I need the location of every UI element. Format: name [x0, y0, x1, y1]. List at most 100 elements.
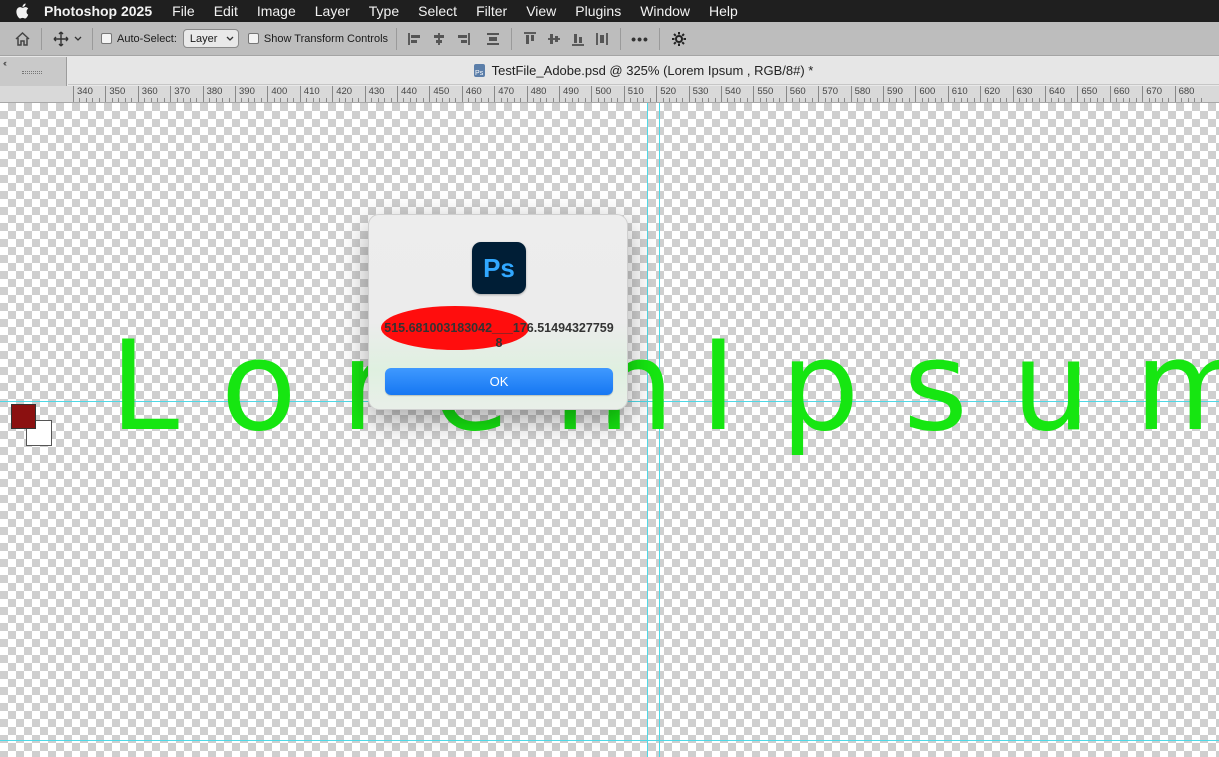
- menu-layer[interactable]: Layer: [313, 3, 352, 19]
- show-transform-checkbox[interactable]: [247, 33, 259, 44]
- apple-menu-icon[interactable]: [0, 3, 44, 19]
- document-canvas[interactable]: Lorem Ipsum: [0, 103, 1219, 757]
- horizontal-ruler[interactable]: 340 350 360 370 380 390 400 410 420 430 440 450 460 4…: [68, 86, 1219, 103]
- ruler-minor-tick: [260, 98, 262, 102]
- ruler-minor-tick: [941, 98, 943, 102]
- ruler-minor-tick: [701, 98, 703, 102]
- align-vertical-centers-icon[interactable]: [544, 28, 564, 50]
- menu-filter[interactable]: Filter: [474, 3, 509, 19]
- ruler-minor-tick: [189, 98, 191, 102]
- ruler-tick-label: 630: [1012, 86, 1032, 102]
- menu-plugins[interactable]: Plugins: [573, 3, 623, 19]
- ruler-tick-label: 370: [170, 86, 190, 102]
- ok-button[interactable]: OK: [385, 368, 613, 395]
- ruler-tick-label: 570: [818, 86, 838, 102]
- distribute-vertical-icon[interactable]: [483, 28, 503, 50]
- home-icon[interactable]: [11, 28, 33, 50]
- ruler-minor-tick: [669, 98, 671, 102]
- ruler-minor-tick: [176, 98, 178, 102]
- auto-select-dropdown[interactable]: Layer: [182, 29, 239, 48]
- ruler-minor-tick: [390, 98, 392, 102]
- ruler-minor-tick: [811, 98, 813, 102]
- menu-file[interactable]: File: [170, 3, 197, 19]
- chevron-down-icon[interactable]: [72, 28, 84, 50]
- ruler-minor-tick: [1155, 98, 1157, 102]
- auto-select-label: Auto-Select:: [117, 32, 177, 45]
- ruler-minor-tick: [241, 98, 243, 102]
- ruler-minor-tick: [584, 98, 586, 102]
- ruler-minor-tick: [1070, 98, 1072, 102]
- ruler-minor-tick: [1025, 98, 1027, 102]
- ruler-minor-tick: [857, 98, 859, 102]
- ruler-minor-tick: [1194, 98, 1196, 102]
- align-horizontal-centers-icon[interactable]: [429, 28, 449, 50]
- ruler-tick-label: 420: [332, 86, 352, 102]
- ruler-minor-tick: [727, 98, 729, 102]
- ruler-minor-tick: [111, 98, 113, 102]
- separator: [41, 27, 42, 50]
- ruler-minor-tick: [1148, 98, 1150, 102]
- menu-view[interactable]: View: [524, 3, 558, 19]
- ruler-tick-label: 510: [623, 86, 644, 102]
- move-tool-preset-icon[interactable]: [50, 28, 72, 50]
- menu-window[interactable]: Window: [638, 3, 692, 19]
- ruler-minor-tick: [1200, 98, 1202, 102]
- ruler-minor-tick: [999, 98, 1001, 102]
- menu-select[interactable]: Select: [416, 3, 459, 19]
- ruler-minor-tick: [779, 98, 781, 102]
- separator: [620, 27, 622, 50]
- ruler-minor-tick: [565, 98, 567, 102]
- align-left-edges-icon[interactable]: [405, 28, 425, 50]
- align-bottom-edges-icon[interactable]: [568, 28, 588, 50]
- ruler-minor-tick: [338, 98, 340, 102]
- menu-type[interactable]: Type: [367, 3, 401, 19]
- ruler-minor-tick: [675, 98, 677, 102]
- show-transform-label: Show Transform Controls: [263, 32, 389, 45]
- ruler-minor-tick: [824, 98, 826, 102]
- ruler-minor-tick: [98, 98, 100, 102]
- distribute-horizontal-icon[interactable]: [592, 28, 612, 50]
- chevron-down-icon: [226, 36, 234, 41]
- panel-grip[interactable]: [22, 71, 42, 74]
- align-right-edges-icon[interactable]: [453, 28, 473, 50]
- menu-help[interactable]: Help: [707, 3, 740, 19]
- ruler-minor-tick: [1083, 98, 1085, 102]
- ruler-minor-tick: [1019, 98, 1021, 102]
- ruler-minor-tick: [209, 98, 211, 102]
- document-tab[interactable]: Ps TestFile_Adobe.psd @ 325% (Lorem Ipsu…: [68, 57, 1219, 85]
- ruler-minor-tick: [1187, 98, 1189, 102]
- foreground-color-swatch[interactable]: [11, 404, 36, 429]
- alert-dialog: Ps 515.681003183042___176.514943277598 O…: [368, 214, 628, 410]
- collapse-panel-icon[interactable]: ‹‹: [3, 58, 7, 68]
- ruler-minor-tick: [902, 98, 904, 102]
- ruler-minor-tick: [831, 98, 833, 102]
- ruler-minor-tick: [345, 98, 347, 102]
- ruler-minor-tick: [487, 98, 489, 102]
- ruler-minor-tick: [889, 98, 891, 102]
- dialog-message: 515.681003183042___176.514943277598: [384, 321, 614, 350]
- app-name-menu[interactable]: Photoshop 2025: [44, 3, 152, 19]
- ruler-minor-tick: [131, 98, 133, 102]
- menu-edit[interactable]: Edit: [212, 3, 240, 19]
- auto-select-checkbox[interactable]: [101, 33, 112, 44]
- ruler-tick-label: 600: [915, 86, 935, 102]
- ruler-minor-tick: [928, 98, 930, 102]
- ruler-minor-tick: [384, 98, 386, 102]
- ruler-minor-tick: [325, 98, 327, 102]
- align-top-edges-icon[interactable]: [520, 28, 540, 50]
- gear-icon[interactable]: [668, 28, 690, 50]
- ruler-minor-tick: [442, 98, 444, 102]
- ruler-minor-tick: [1122, 98, 1124, 102]
- horizontal-guide[interactable]: [0, 740, 1219, 741]
- more-options-icon[interactable]: •••: [629, 28, 651, 50]
- ruler-minor-tick: [474, 98, 476, 102]
- ruler-tick-label: 560: [785, 86, 806, 102]
- ruler-minor-tick: [215, 98, 217, 102]
- text-layer-ipsum[interactable]: Ipsum: [700, 325, 1219, 449]
- ruler-minor-tick: [351, 98, 353, 102]
- menu-image[interactable]: Image: [255, 3, 298, 19]
- ruler-tick-label: 540: [721, 86, 741, 102]
- ruler-minor-tick: [312, 98, 314, 102]
- ruler-minor-tick: [934, 98, 936, 102]
- ruler-minor-tick: [1006, 98, 1008, 102]
